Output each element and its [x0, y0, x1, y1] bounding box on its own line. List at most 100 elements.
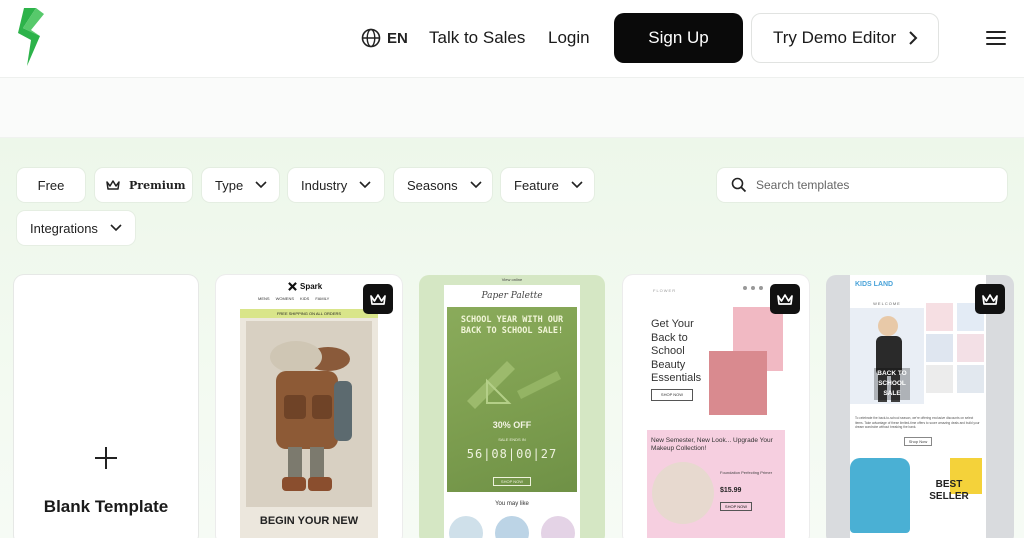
- template-card-paper-palette[interactable]: View online Paper Palette SCHOOL YEAR WI…: [419, 275, 605, 538]
- premium-badge: [363, 284, 393, 314]
- try-demo-editor-button[interactable]: Try Demo Editor: [751, 13, 939, 63]
- preview-hero: SCHOOL YEAR WITH OUR BACK TO SCHOOL SALE…: [447, 307, 577, 492]
- filter-type-label: Type: [215, 177, 244, 193]
- preview-shop-button: SHOP NOW: [651, 389, 693, 401]
- plus-icon: [95, 447, 117, 469]
- try-demo-label: Try Demo Editor: [773, 28, 897, 47]
- promo-band: [0, 78, 1024, 138]
- blank-template-label: Blank Template: [43, 497, 169, 516]
- chevron-down-icon: [571, 181, 583, 189]
- preview-offer: 30% OFF: [492, 420, 532, 430]
- template-preview: KIDS LAND WELCOME BACK TO SCHOOL SALE To…: [850, 275, 986, 538]
- preview-nav-item: MENS: [258, 296, 270, 301]
- preview-header: Spark MENS WOMENS KIDS FAMILY: [240, 275, 378, 309]
- preview-view-online: View online: [501, 277, 523, 282]
- preview-bestseller-block: BEST SELLER: [850, 453, 986, 538]
- filter-industry-label: Industry: [301, 177, 348, 193]
- preview-brand: Spark: [300, 282, 323, 291]
- chevron-down-icon: [359, 181, 371, 189]
- preview-nav-item: FAMILY: [315, 296, 330, 301]
- preview-product-photo: [652, 462, 714, 524]
- chevron-right-icon: [909, 31, 918, 45]
- language-selector[interactable]: EN: [361, 28, 408, 48]
- filter-feature-dropdown[interactable]: Feature: [501, 168, 594, 202]
- login-link[interactable]: Login: [548, 28, 590, 48]
- filter-integrations-dropdown[interactable]: Integrations: [17, 211, 135, 245]
- preview-headline: BEGIN YOUR NEW: [259, 515, 359, 527]
- template-card-spark[interactable]: Spark MENS WOMENS KIDS FAMILY FREE SHIPP…: [216, 275, 402, 538]
- preview-hero: BACK TO SCHOOL SALE: [850, 308, 924, 404]
- language-label: EN: [387, 29, 408, 47]
- sign-up-label: Sign Up: [648, 28, 709, 47]
- x-logo-icon: [288, 282, 297, 291]
- preview-product-name: Foundation Perfecting Primer: [720, 470, 773, 475]
- preview-shipping-bar: FREE SHIPPING ON ALL ORDERS: [240, 309, 378, 318]
- chevron-down-icon: [255, 181, 267, 189]
- top-header: EN Talk to Sales Login Sign Up Try Demo …: [0, 0, 1024, 78]
- preview-hero-text: BACK TO SCHOOL SALE: [874, 368, 910, 400]
- crown-icon: [106, 180, 120, 190]
- preview-brand: Paper Palette: [481, 291, 543, 301]
- filter-seasons-dropdown[interactable]: Seasons: [394, 168, 492, 202]
- premium-badge: [975, 284, 1005, 314]
- crown-icon: [777, 293, 793, 305]
- filter-premium[interactable]: Premium: [95, 168, 192, 202]
- preview-social-icons: [743, 286, 763, 290]
- filter-free-label: Free: [37, 177, 65, 193]
- preview-photo: [246, 321, 372, 507]
- template-card-kids-land[interactable]: KIDS LAND WELCOME BACK TO SCHOOL SALE To…: [826, 275, 1014, 538]
- preview-shop-button: SHOP NOW: [493, 477, 531, 486]
- preview-photo: [709, 351, 767, 415]
- search-icon: [731, 177, 747, 193]
- preview-welcome: WELCOME: [873, 301, 901, 306]
- filter-feature-label: Feature: [514, 177, 559, 193]
- preview-shop-button: SHOP NOW: [720, 502, 752, 511]
- chevron-down-icon: [470, 181, 482, 189]
- crown-icon: [370, 293, 386, 305]
- premium-badge: [770, 284, 800, 314]
- page: EN Talk to Sales Login Sign Up Try Demo …: [0, 0, 1024, 538]
- preview-nav-item: KIDS: [300, 296, 310, 301]
- preview-paragraph: To celebrate the back-to-school season, …: [855, 416, 980, 429]
- preview-nav-item: WOMENS: [275, 296, 295, 301]
- preview-nav: MENS WOMENS KIDS FAMILY: [258, 296, 329, 301]
- preview-brand: FLOWER: [653, 288, 677, 293]
- filter-type-dropdown[interactable]: Type: [202, 168, 279, 202]
- preview-shop-button: Shop Now: [904, 437, 932, 446]
- filter-industry-dropdown[interactable]: Industry: [288, 168, 384, 202]
- template-card-flower-beauty[interactable]: FLOWER Get Your Back to School Beauty Es…: [623, 275, 809, 538]
- blank-template-card[interactable]: Blank Template: [14, 275, 198, 538]
- talk-to-sales-link[interactable]: Talk to Sales: [429, 28, 525, 48]
- preview-brand: KIDS LAND: [855, 281, 894, 288]
- filter-premium-label: Premium: [129, 178, 186, 192]
- ruler-illustration: [467, 361, 561, 409]
- sign-up-button[interactable]: Sign Up: [614, 13, 743, 63]
- preview-backpack: [850, 458, 910, 533]
- preview-product-grid: [926, 303, 984, 393]
- preview-title: Get Your Back to School Beauty Essential…: [651, 318, 702, 384]
- crown-icon: [982, 293, 998, 305]
- filter-seasons-label: Seasons: [407, 177, 458, 193]
- search-box: [717, 168, 1007, 202]
- preview-best-seller: BEST SELLER: [929, 479, 969, 502]
- preview-logo: Spark: [288, 282, 322, 291]
- filter-free[interactable]: Free: [17, 168, 85, 202]
- preview-countdown: 56|08|00|27: [466, 447, 558, 461]
- brand-logo-icon[interactable]: [14, 6, 50, 68]
- preview-you-may-like: You may like: [495, 501, 529, 507]
- preview-promo-text: New Semester, New Look... Upgrade Your M…: [651, 437, 773, 452]
- chevron-down-icon: [110, 224, 122, 232]
- preview-sale-ends: SALE ENDS IN: [498, 437, 526, 442]
- search-templates-input[interactable]: [756, 178, 986, 192]
- preview-title: SCHOOL YEAR WITH OUR BACK TO SCHOOL SALE…: [460, 315, 564, 336]
- template-preview: Spark MENS WOMENS KIDS FAMILY FREE SHIPP…: [240, 275, 378, 538]
- product-thumbnails: [449, 516, 575, 538]
- template-preview: FLOWER Get Your Back to School Beauty Es…: [647, 275, 785, 538]
- backpack-illustration: [246, 321, 372, 507]
- preview-promo-block: New Semester, New Look... Upgrade Your M…: [647, 430, 785, 538]
- globe-icon: [361, 28, 381, 48]
- filter-integrations-label: Integrations: [30, 220, 98, 236]
- menu-icon[interactable]: [986, 31, 1006, 45]
- preview-price: $15.99: [720, 487, 742, 494]
- template-preview: View online Paper Palette SCHOOL YEAR WI…: [444, 277, 580, 538]
